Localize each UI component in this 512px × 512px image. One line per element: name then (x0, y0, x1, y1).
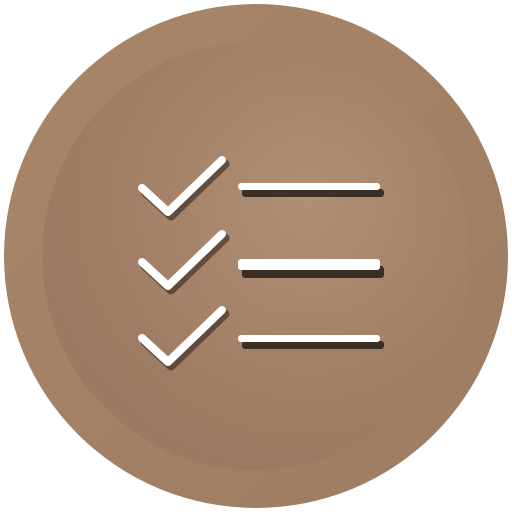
list-line-3 (238, 335, 384, 349)
list-line-2 (238, 259, 384, 278)
icon-stage (0, 0, 512, 512)
checklist-icon[interactable] (0, 0, 512, 512)
list-line-1 (238, 183, 384, 197)
inner-disc (42, 42, 470, 470)
